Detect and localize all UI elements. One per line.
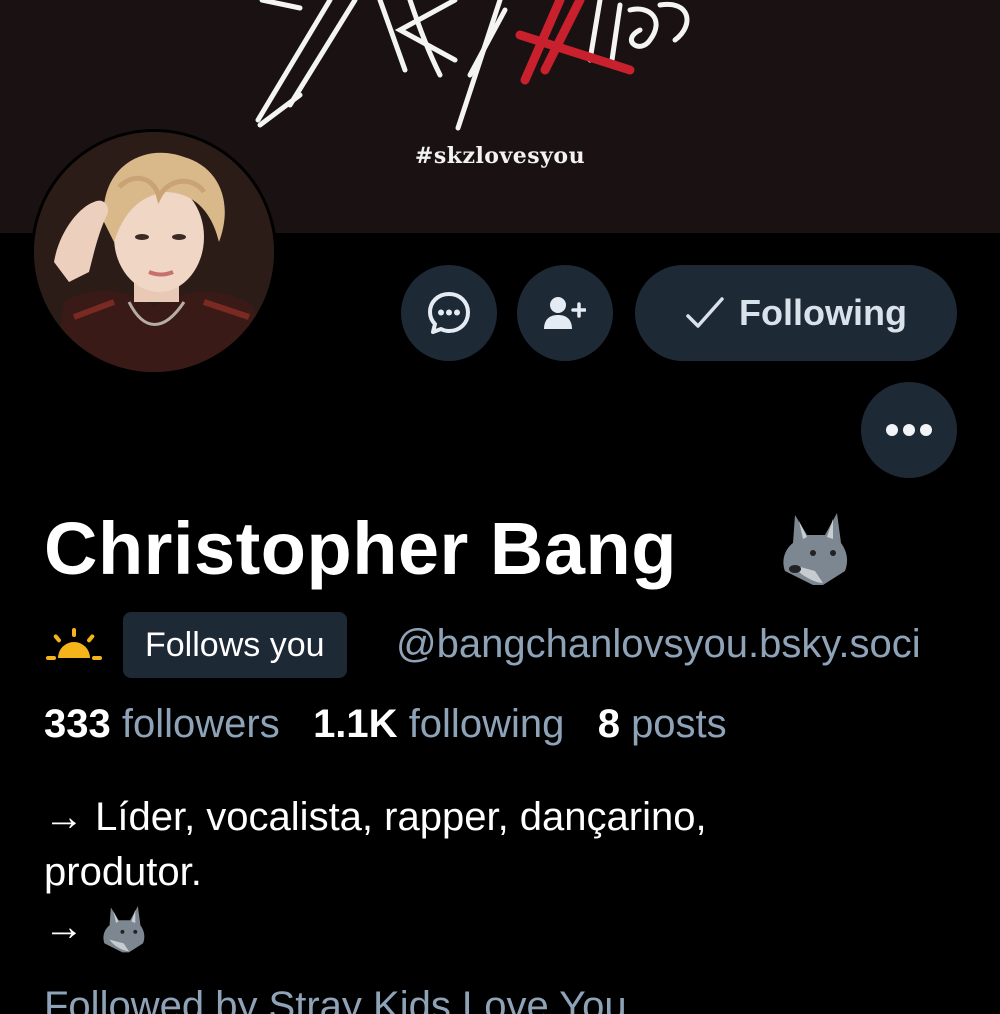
bio-arrow: → <box>44 905 84 949</box>
bio-line-3: → <box>44 900 944 955</box>
following-button[interactable]: Following <box>635 265 957 361</box>
follows-you-badge: Follows you <box>123 612 347 678</box>
profile-bio: → Líder, vocalista, rapper, dançarino, p… <box>44 790 944 955</box>
followers-count[interactable]: 333 <box>44 702 111 746</box>
check-icon <box>686 297 724 328</box>
add-user-button[interactable] <box>517 265 613 361</box>
following-button-label: Following <box>739 292 907 333</box>
more-options-button[interactable] <box>861 382 957 478</box>
posts-count: 8 <box>597 702 620 746</box>
ellipsis-icon <box>886 424 932 436</box>
chat-bubble-icon <box>428 292 470 334</box>
user-plus-icon <box>544 297 586 329</box>
wolf-emoji-icon <box>783 513 848 585</box>
sunrise-emoji-icon <box>46 628 102 660</box>
user-handle[interactable]: @bangchanlovsyou.bsky.soci <box>396 622 921 667</box>
posts-label: posts <box>631 702 727 746</box>
followers-label[interactable]: followers <box>122 702 280 746</box>
message-button[interactable] <box>401 265 497 361</box>
following-label[interactable]: following <box>409 702 565 746</box>
bio-line-1: → Líder, vocalista, rapper, dançarino, <box>44 795 707 839</box>
following-count[interactable]: 1.1K <box>313 702 398 746</box>
handle-row: Follows you @bangchanlovsyou.bsky.soci <box>44 612 1000 678</box>
bio-line-2: produtor. <box>44 850 202 894</box>
avatar[interactable] <box>31 129 277 375</box>
display-name: Christopher Bang <box>44 507 677 590</box>
wolf-emoji-icon <box>103 905 145 952</box>
profile-stats: 333 followers 1.1K following 8 posts <box>44 702 727 747</box>
followed-by-line[interactable]: Followed by Stray Kids Love You <box>44 984 974 1014</box>
